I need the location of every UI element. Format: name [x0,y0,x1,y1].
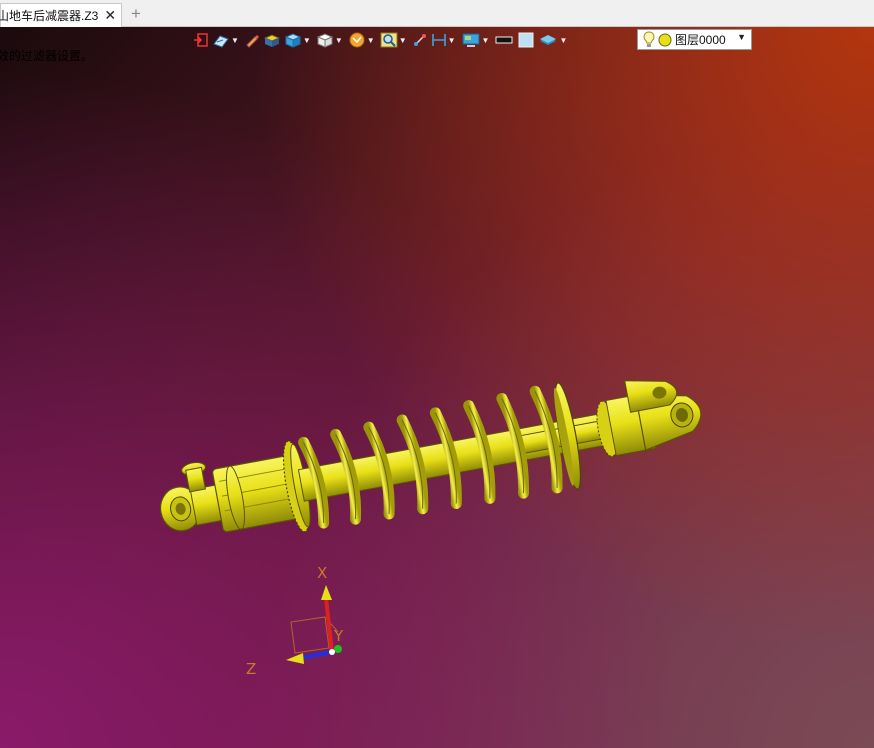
shock-absorber-model: X Y Z [159,380,702,678]
close-icon[interactable]: ✕ [104,7,116,24]
document-tab[interactable]: 山地车后减震器.Z3 ✕ [0,3,122,27]
3d-viewport[interactable]: 效的过滤器设置。 ▼ ▼ ▼ ▼ ▼ ▼ ▼ ▼ 图层0000 ▼ X Y Z [0,27,874,748]
axis-triad: X Y Z [246,564,344,678]
tab-bar: 山地车后减震器.Z3 ✕ + [0,0,874,27]
x-axis-label: X [317,564,327,582]
z-axis-label: Z [246,660,256,678]
document-tab-title: 山地车后减震器.Z3 [0,9,99,23]
y-axis-label: Y [333,627,344,645]
add-tab-button[interactable]: + [127,4,145,24]
top-mount [596,380,702,457]
